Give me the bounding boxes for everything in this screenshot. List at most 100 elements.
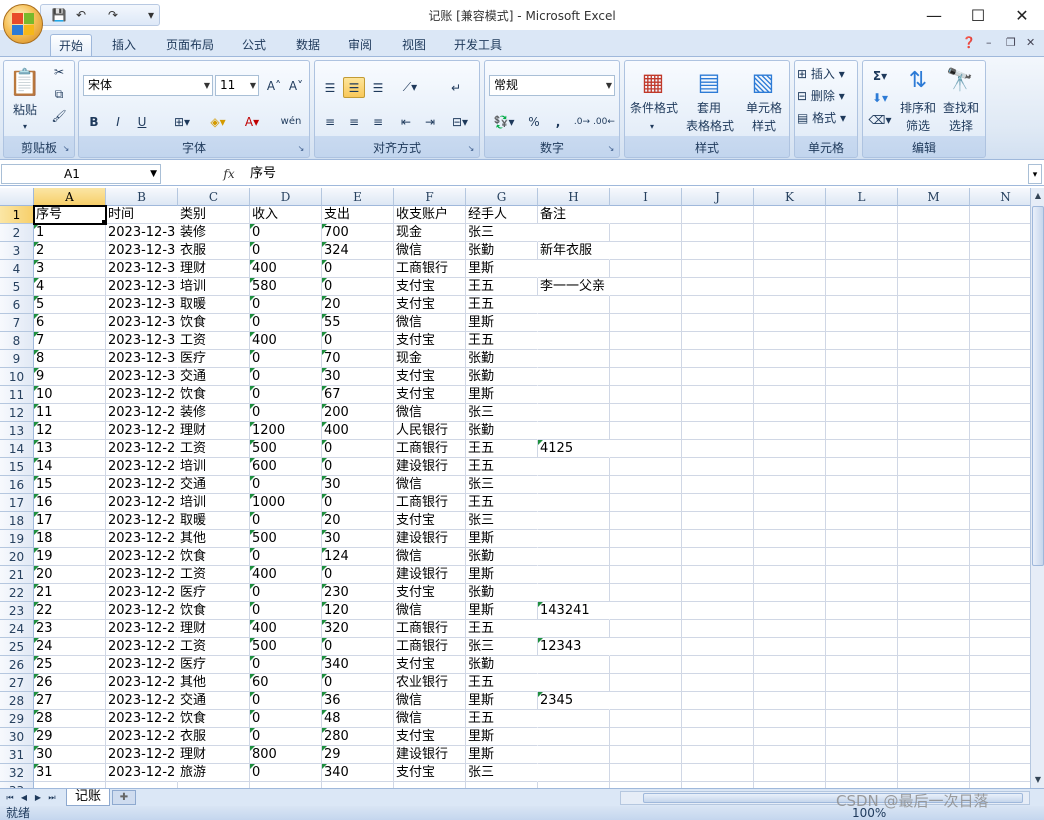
table-cell[interactable]: 王五 [466, 332, 538, 350]
row-header[interactable]: 8 [0, 332, 34, 350]
scroll-up-icon[interactable]: ▲ [1031, 188, 1044, 204]
table-cell[interactable]: 0 [322, 440, 394, 458]
sort-filter-line1[interactable]: 排序和 [897, 101, 939, 116]
table-cell[interactable]: 饮食 [178, 386, 250, 404]
clear-icon[interactable]: ⌫▾ [867, 109, 893, 130]
table-cell[interactable] [682, 224, 754, 242]
table-cell[interactable]: 其他 [178, 530, 250, 548]
table-cell[interactable]: 取暖 [178, 512, 250, 530]
table-cell[interactable] [610, 512, 682, 530]
vertical-scrollbar[interactable]: ▲ ▼ [1030, 188, 1044, 788]
table-cell[interactable] [682, 260, 754, 278]
table-cell[interactable]: 22 [34, 602, 106, 620]
table-cell[interactable] [754, 350, 826, 368]
table-cell[interactable]: 200 [322, 404, 394, 422]
row-header[interactable]: 15 [0, 458, 34, 476]
row-header[interactable]: 13 [0, 422, 34, 440]
table-cell[interactable] [682, 620, 754, 638]
copy-icon[interactable]: ⧉ [50, 87, 68, 102]
table-cell[interactable]: 饮食 [178, 602, 250, 620]
table-cell[interactable] [538, 332, 610, 350]
tab-insert[interactable]: 插入 [104, 34, 144, 56]
table-cell[interactable] [754, 458, 826, 476]
table-cell[interactable]: 2023-12-3 [106, 350, 178, 368]
table-cell[interactable] [610, 584, 682, 602]
table-cell[interactable]: 张勤 [466, 656, 538, 674]
table-cell[interactable] [826, 386, 898, 404]
table-cell[interactable]: 580 [250, 278, 322, 296]
table-cell[interactable]: 里斯 [466, 692, 538, 710]
table-cell[interactable]: 4125 [538, 440, 610, 458]
table-cell[interactable] [826, 422, 898, 440]
table-cell[interactable] [898, 530, 970, 548]
table-cell[interactable]: 工资 [178, 332, 250, 350]
table-cell[interactable] [682, 332, 754, 350]
table-cell[interactable] [610, 458, 682, 476]
table-cell[interactable] [970, 692, 1030, 710]
table-cell[interactable] [610, 602, 682, 620]
scroll-down-icon[interactable]: ▼ [1031, 772, 1044, 788]
column-header-e[interactable]: E [322, 188, 394, 206]
table-cell[interactable] [826, 566, 898, 584]
table-cell[interactable] [826, 332, 898, 350]
table-cell[interactable] [970, 620, 1030, 638]
table-cell[interactable]: 2023-12-3 [106, 278, 178, 296]
table-cell[interactable]: 培训 [178, 494, 250, 512]
table-cell[interactable]: 0 [250, 692, 322, 710]
table-cell[interactable]: 0 [250, 764, 322, 782]
table-cell[interactable]: 2023-12-2 [106, 404, 178, 422]
table-cell[interactable] [754, 512, 826, 530]
table-cell[interactable] [610, 566, 682, 584]
table-cell[interactable]: 0 [322, 638, 394, 656]
format-painter-icon[interactable]: 🖌 [50, 109, 68, 124]
table-cell[interactable]: 微信 [394, 602, 466, 620]
decrease-decimal-icon[interactable]: .00← [593, 111, 615, 132]
table-cell[interactable]: 17 [34, 512, 106, 530]
table-cell[interactable] [754, 692, 826, 710]
table-cell[interactable]: 27 [34, 692, 106, 710]
table-cell[interactable] [898, 386, 970, 404]
table-cell[interactable] [898, 548, 970, 566]
table-cell[interactable] [682, 638, 754, 656]
table-cell[interactable]: 微信 [394, 404, 466, 422]
table-cell[interactable] [826, 440, 898, 458]
table-cell[interactable] [754, 260, 826, 278]
table-cell[interactable]: 培训 [178, 458, 250, 476]
table-cell[interactable] [970, 728, 1030, 746]
table-cell[interactable]: 建设银行 [394, 530, 466, 548]
table-cell[interactable] [898, 674, 970, 692]
paste-dropdown-icon[interactable]: ▾ [18, 119, 32, 134]
table-cell[interactable]: 400 [322, 422, 394, 440]
close-button[interactable]: ✕ [1000, 2, 1044, 28]
tab-data[interactable]: 数据 [288, 34, 328, 56]
table-cell[interactable]: 2023-12-2 [106, 728, 178, 746]
table-cell[interactable]: 16 [34, 494, 106, 512]
table-cell[interactable]: 张勤 [466, 422, 538, 440]
table-cell[interactable]: 微信 [394, 710, 466, 728]
conditional-format-icon[interactable]: ▦ [637, 65, 669, 99]
find-select-button[interactable]: 选择 [939, 119, 983, 134]
table-cell[interactable]: 2023-12-2 [106, 440, 178, 458]
row-header[interactable]: 23 [0, 602, 34, 620]
table-cell[interactable]: 2023-12-2 [106, 638, 178, 656]
table-cell[interactable]: 2023-12-2 [106, 674, 178, 692]
cell-styles-line1[interactable]: 单元格 [741, 101, 787, 116]
table-cell[interactable] [610, 656, 682, 674]
table-cell[interactable]: 张三 [466, 404, 538, 422]
table-cell[interactable] [682, 494, 754, 512]
vertical-scroll-thumb[interactable] [1032, 206, 1044, 566]
table-cell[interactable]: 10 [34, 386, 106, 404]
table-cell[interactable]: 2023-12-3 [106, 242, 178, 260]
table-cell[interactable]: 30 [322, 368, 394, 386]
table-cell[interactable] [610, 710, 682, 728]
table-cell[interactable]: 6 [34, 314, 106, 332]
table-cell[interactable] [970, 422, 1030, 440]
table-cell[interactable] [970, 368, 1030, 386]
table-cell[interactable] [826, 476, 898, 494]
align-left-icon[interactable]: ≡ [319, 111, 341, 132]
table-cell[interactable]: 张勤 [466, 350, 538, 368]
table-cell[interactable] [970, 404, 1030, 422]
row-header[interactable]: 28 [0, 692, 34, 710]
table-cell[interactable] [754, 602, 826, 620]
row-header[interactable]: 32 [0, 764, 34, 782]
